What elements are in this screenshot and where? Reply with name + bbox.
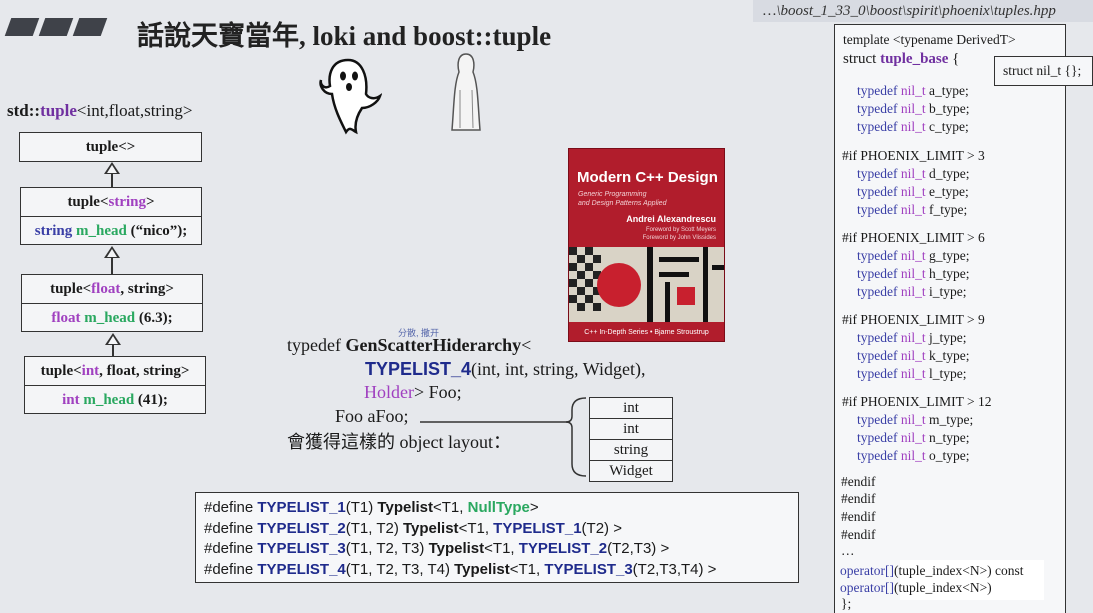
ellipsis: …: [841, 543, 855, 558]
tuple-float-member: float m_head (6.3);: [51, 310, 173, 326]
ghost-figure-icon: [451, 53, 481, 131]
operator-line: operator[](tuple_index<N>): [840, 580, 992, 595]
define-line-2: #define TYPELIST_2(T1, T2) Typelist<T1, …: [204, 519, 622, 537]
tuple-args: <int,float,string>: [76, 101, 193, 120]
tuple-keyword: tuple: [40, 101, 77, 120]
header-stripe-2: [38, 18, 74, 36]
inherit-arrow-2: [111, 258, 113, 275]
typedef-line: typedef nil_t l_type;: [857, 366, 967, 381]
std-tuple-heading: std::tuple<int,float,string>: [7, 101, 192, 121]
typedef-line: typedef nil_t i_type;: [857, 284, 967, 299]
operator-const-line: operator[](tuple_index<N>) const: [840, 563, 1024, 578]
template-line: template <typename DerivedT>: [843, 32, 1016, 47]
tuple-float-box: tuple<float, string> float m_head (6.3);: [21, 274, 203, 332]
tuple-root-box: tuple<>: [19, 132, 202, 162]
typelist-defines-box: #define TYPELIST_1(T1) Typelist<T1, Null…: [195, 492, 799, 583]
book-cover-image: Modern C++ Design Generic Programming and…: [568, 148, 725, 342]
typedef-line-2: TYPELIST_4(int, int, string, Widget),: [365, 359, 646, 379]
typedef-line: typedef nil_t o_type;: [857, 448, 970, 463]
typedef-line: typedef nil_t b_type;: [857, 101, 970, 116]
typedef-line: typedef nil_t e_type;: [857, 184, 969, 199]
header-stripe-1: [4, 18, 40, 36]
endif-line: #endif: [841, 474, 876, 489]
book-foreword: Foreword by Scott Meyers Foreword by John…: [642, 227, 716, 241]
typedef-line: typedef nil_t j_type;: [857, 330, 967, 345]
book-subtitle: Generic Programming and Design Patterns A…: [578, 191, 667, 207]
typedef-line: typedef nil_t k_type;: [857, 348, 970, 363]
typedef-line: typedef nil_t n_type;: [857, 430, 970, 445]
typedef-line: typedef nil_t c_type;: [857, 119, 969, 134]
object-layout-cell: int: [590, 419, 672, 440]
object-layout-cell: Widget: [609, 463, 653, 479]
book-title: Modern C++ Design: [577, 169, 718, 186]
book-series: C++ In-Depth Series • Bjarne Stroustrup: [584, 329, 709, 336]
layout-brace: [420, 397, 587, 477]
tuple-int-member: int m_head (41);: [62, 392, 168, 408]
define-line-4: #define TYPELIST_4(T1, T2, T3, T4) Typel…: [204, 560, 717, 578]
typedef-line: typedef nil_t h_type;: [857, 266, 970, 281]
typedef-line: typedef nil_t a_type;: [857, 83, 969, 98]
inherit-arrowhead-3: [105, 333, 121, 345]
define-line-1: #define TYPELIST_1(T1) Typelist<T1, Null…: [204, 499, 539, 516]
std-namespace: std::: [7, 101, 41, 120]
object-layout-cell: string: [590, 440, 672, 461]
slide-title: 話說天寶當年, loki and boost::tuple: [137, 21, 552, 51]
phoenix-limit-condition: #if PHOENIX_LIMIT > 12: [842, 394, 992, 409]
nil-struct-box: struct nil_t {};: [994, 56, 1093, 86]
typedef-line: typedef nil_t m_type;: [857, 412, 974, 427]
typedef-line: typedef nil_t g_type;: [857, 248, 970, 263]
struct-line: struct tuple_base {: [843, 51, 960, 67]
phoenix-limit-condition: #if PHOENIX_LIMIT > 6: [842, 230, 985, 245]
typedef-line: typedef nil_t f_type;: [857, 202, 968, 217]
header-stripe-3: [72, 18, 108, 36]
define-line-3: #define TYPELIST_3(T1, T2, T3) Typelist<…: [204, 540, 670, 557]
tuple-string-member: string m_head (“nico”);: [34, 223, 188, 239]
tuple-int-header: tuple<int, float, string>: [25, 357, 205, 386]
inherit-arrowhead-1: [104, 162, 120, 174]
typedef-line-4: Foo aFoo;: [335, 406, 409, 426]
tuple-string-header: tuple<string>: [21, 188, 201, 217]
struct-close: };: [841, 596, 852, 611]
object-layout-table: int int string Widget: [589, 397, 673, 482]
endif-line: #endif: [841, 491, 876, 506]
phoenix-limit-condition: #if PHOENIX_LIMIT > 3: [842, 148, 985, 163]
ghost-icon: [319, 58, 382, 135]
object-layout-cell: int: [590, 398, 672, 419]
inherit-arrow-1: [111, 174, 113, 188]
endif-line: #endif: [841, 527, 876, 542]
tuple-root-label: tuple<>: [85, 139, 136, 155]
endif-line: #endif: [841, 509, 876, 524]
tuple-float-header: tuple<float, string>: [22, 275, 202, 304]
inherit-arrowhead-2: [104, 246, 120, 258]
typedef-line-1: typedef GenScatterHiderarchy<: [287, 335, 532, 355]
tuple-int-box: tuple<int, float, string> int m_head (41…: [24, 356, 206, 414]
header-file-path: …\boost_1_33_0\boost\spirit\phoenix\tupl…: [753, 0, 1093, 22]
book-author: Andrei Alexandrescu: [626, 214, 716, 224]
tuple-string-box: tuple<string> string m_head (“nico”);: [20, 187, 202, 245]
book-cover-art: [569, 247, 724, 322]
phoenix-limit-condition: #if PHOENIX_LIMIT > 9: [842, 312, 985, 327]
typedef-line: typedef nil_t d_type;: [857, 166, 970, 181]
